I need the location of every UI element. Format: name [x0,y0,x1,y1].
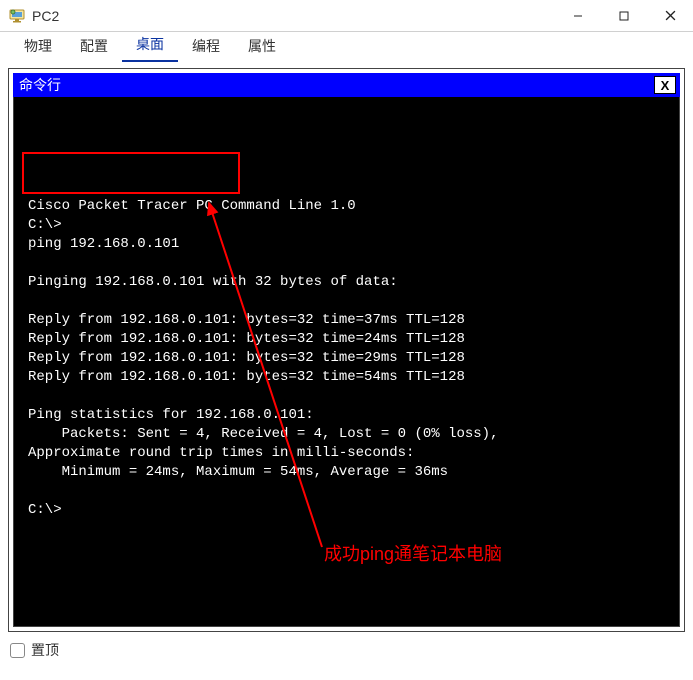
tab-bar: 物理 配置 桌面 编程 属性 [0,32,693,62]
tab-config[interactable]: 配置 [66,32,122,62]
command-line-close-button[interactable]: X [654,76,676,94]
terminal-line [28,387,665,406]
command-line-header: 命令行 X [13,73,680,97]
terminal-line: Reply from 192.168.0.101: bytes=32 time=… [28,368,665,387]
terminal-line: Cisco Packet Tracer PC Command Line 1.0 [28,197,665,216]
ping-command-highlight [22,152,240,194]
tab-physical[interactable]: 物理 [10,32,66,62]
window-title: PC2 [32,8,59,24]
terminal-line: Pinging 192.168.0.101 with 32 bytes of d… [28,273,665,292]
tab-programming[interactable]: 编程 [178,32,234,62]
close-button[interactable] [647,0,693,32]
terminal-line: Packets: Sent = 4, Received = 4, Lost = … [28,425,665,444]
terminal-line [28,254,665,273]
terminal-line: Reply from 192.168.0.101: bytes=32 time=… [28,330,665,349]
terminal-line: Reply from 192.168.0.101: bytes=32 time=… [28,311,665,330]
always-on-top-checkbox[interactable] [10,643,25,658]
terminal-line: Ping statistics for 192.168.0.101: [28,406,665,425]
terminal-line [28,292,665,311]
command-line-terminal[interactable]: Cisco Packet Tracer PC Command Line 1.0C… [13,97,680,627]
minimize-button[interactable] [555,0,601,32]
command-line-title: 命令行 [19,75,61,95]
terminal-line: Reply from 192.168.0.101: bytes=32 time=… [28,349,665,368]
terminal-line: C:\> [28,501,665,520]
terminal-line: C:\> [28,216,665,235]
maximize-button[interactable] [601,0,647,32]
tab-desktop[interactable]: 桌面 [122,30,178,62]
desktop-panel: 命令行 X Cisco Packet Tracer PC Command Lin… [8,68,685,632]
annotation-text: 成功ping通笔记本电脑 [324,545,502,564]
tab-attributes[interactable]: 属性 [234,32,290,62]
terminal-line: ping 192.168.0.101 [28,235,665,254]
terminal-line [28,482,665,501]
window-titlebar: PC2 [0,0,693,32]
pc-icon [8,7,26,25]
terminal-line: Approximate round trip times in milli-se… [28,444,665,463]
terminal-line: Minimum = 24ms, Maximum = 54ms, Average … [28,463,665,482]
